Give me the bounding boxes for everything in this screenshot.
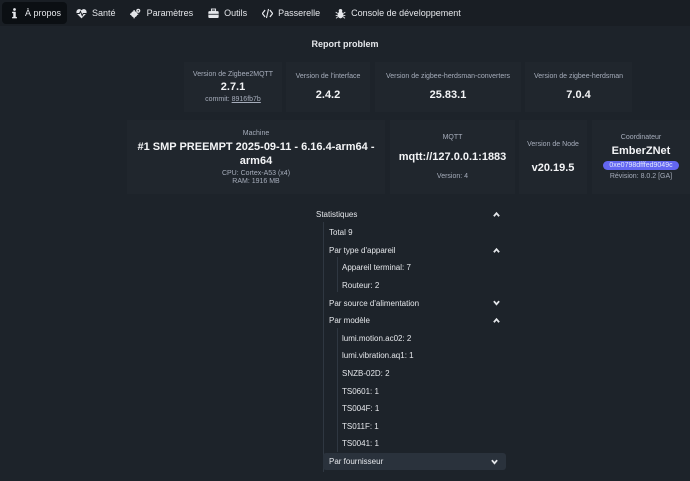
card-converters-version: Version de zigbee-herdsman-converters 25…	[375, 62, 521, 112]
heart-pulse-icon	[75, 7, 87, 19]
card-label: Version de Node	[527, 140, 579, 148]
card-value: EmberZNet	[611, 145, 671, 157]
group-label: Par modèle	[329, 316, 370, 326]
list-item: TS0601: 1	[310, 382, 508, 400]
card-value: #1 SMP PREEMPT 2025-09-11 - 6.16.4-arm64…	[137, 140, 374, 168]
chevron-down-icon	[491, 458, 498, 465]
chevron-up-icon	[493, 317, 500, 324]
list-item: TS004F: 1	[310, 400, 508, 418]
commit-link[interactable]: 8916fb7b	[232, 96, 261, 103]
item-label: lumi.vibration.aq1: 1	[342, 351, 414, 361]
stats-header[interactable]: Statistiques	[310, 204, 508, 224]
card-herdsman-version: Version de zigbee-herdsman 7.0.4	[525, 62, 632, 112]
nav-item-label: Santé	[92, 8, 116, 18]
total-label: Total 9	[329, 228, 353, 238]
card-label: Version de zigbee-herdsman-converters	[385, 73, 511, 80]
group-by-vendor[interactable]: Par fournisseur	[323, 452, 506, 471]
nav-item-label: Paramètres	[146, 8, 194, 18]
nav-item-health[interactable]: Santé	[69, 2, 122, 24]
machine-ram: RAM: 1916 MB	[232, 177, 280, 185]
card-node-version: Version de Node v20.19.5	[519, 120, 587, 194]
nav-item-label: Outils	[224, 8, 248, 18]
nav-item-label: Console de développement	[351, 8, 461, 18]
card-frontend-version: Version de l'interface 2.4.2	[286, 62, 370, 112]
machine-cpu: CPU: Cortex-A53 (x4)	[221, 169, 291, 177]
card-label: Version de l'interface	[295, 73, 361, 80]
info-icon	[8, 7, 20, 19]
card-value: 2.4.2	[315, 89, 341, 101]
card-coordinator: Coordinateur EmberZNet 0xe0798dfffed9049…	[592, 120, 690, 194]
item-label: Appareil terminal: 7	[342, 263, 411, 273]
commit-line: commit: 8916fb7b	[205, 96, 261, 103]
nav-item-tools[interactable]: Outils	[201, 2, 253, 24]
group-label: Par source d'alimentation	[329, 298, 420, 308]
item-label: TS011F: 1	[342, 421, 379, 431]
statistics-tree: Statistiques Total 9 Par type d'appareil…	[310, 204, 508, 472]
card-machine: Machine #1 SMP PREEMPT 2025-09-11 - 6.16…	[127, 120, 385, 194]
group-by-type[interactable]: Par type d'appareil	[310, 242, 508, 260]
nav-item-label: À propos	[25, 8, 62, 18]
list-item: Appareil terminal: 7	[310, 259, 508, 277]
machine-line-2: arm64	[239, 154, 273, 167]
item-label: TS0601: 1	[342, 386, 379, 396]
card-zigbee2mqtt-version: Version de Zigbee2MQTT 2.7.1 commit: 891…	[184, 62, 282, 112]
toolbox-icon	[207, 7, 219, 19]
card-value: 2.7.1	[220, 81, 246, 93]
item-label: TS0041: 1	[342, 439, 379, 449]
card-label: Version de Zigbee2MQTT	[192, 71, 274, 78]
list-item: TS011F: 1	[310, 418, 508, 436]
cogs-icon	[130, 7, 142, 19]
list-item: Routeur: 2	[310, 277, 508, 295]
nav-item-label: Passerelle	[278, 8, 321, 18]
nav-item-settings[interactable]: Paramètres	[124, 2, 200, 24]
card-mqtt: MQTT mqtt://127.0.0.1:1883 Version: 4	[390, 120, 515, 194]
card-value: v20.19.5	[531, 161, 575, 174]
item-label: Routeur: 2	[342, 281, 380, 291]
commit-prefix: commit:	[205, 96, 230, 103]
coordinator-ieee-badge: 0xe0798dfffed9049c	[603, 161, 679, 170]
nav-item-gateway[interactable]: Passerelle	[255, 2, 326, 24]
card-value: 7.0.4	[566, 89, 591, 101]
item-label: lumi.motion.ac02: 2	[342, 333, 412, 343]
card-value: 25.83.1	[429, 89, 467, 101]
chevron-up-icon	[493, 247, 500, 254]
stats-title: Statistiques	[316, 209, 358, 219]
code-icon	[261, 7, 273, 19]
group-label: Par type d'appareil	[329, 245, 396, 255]
stats-total: Total 9	[310, 224, 508, 242]
group-by-model[interactable]: Par modèle	[310, 312, 508, 330]
list-item: lumi.motion.ac02: 2	[310, 330, 508, 348]
item-label: SNZB-02D: 2	[342, 369, 390, 379]
card-label: Version de zigbee-herdsman	[533, 73, 624, 80]
card-label: MQTT	[442, 134, 463, 141]
list-item: SNZB-02D: 2	[310, 365, 508, 383]
nav-item-about[interactable]: À propos	[2, 2, 68, 24]
coordinator-revision: Révision: 8.0.2 [GA]	[609, 173, 673, 180]
chevron-down-icon	[493, 299, 500, 306]
item-label: TS004F: 1	[342, 404, 380, 414]
top-nav: À propos Santé Paramètres Outils Passere…	[0, 0, 690, 26]
report-problem-link[interactable]: Report problem	[0, 39, 690, 49]
nav-item-dev-console[interactable]: Console de développement	[328, 2, 467, 24]
machine-line-1: #1 SMP PREEMPT 2025-09-11 - 6.16.4-arm64…	[137, 140, 375, 153]
card-label: Coordinateur	[620, 134, 662, 141]
chevron-up-icon	[493, 211, 500, 218]
mqtt-version: Version: 4	[436, 173, 469, 180]
group-label: Par fournisseur	[329, 457, 384, 467]
group-by-power-source[interactable]: Par source d'alimentation	[310, 294, 508, 312]
list-item: TS0041: 1	[310, 435, 508, 453]
list-item: lumi.vibration.aq1: 1	[310, 347, 508, 365]
card-value: mqtt://127.0.0.1:1883	[398, 151, 507, 163]
card-label: Machine	[242, 129, 270, 137]
bug-icon	[334, 7, 346, 19]
